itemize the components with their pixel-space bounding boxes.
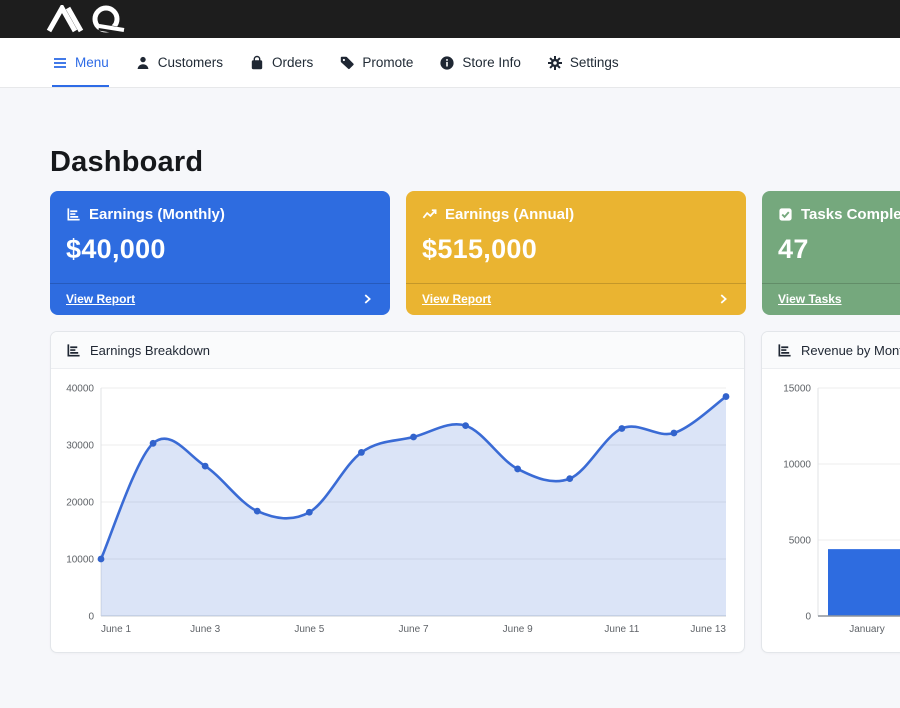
stat-cards-row: Earnings (Monthly) $40,000 View Report E… <box>50 191 900 315</box>
info-icon <box>439 55 455 71</box>
view-report-link[interactable]: View Report <box>422 292 491 306</box>
nav-label: Store Info <box>462 55 521 70</box>
earnings-breakdown-chart: 0 10000 20000 30000 40000 June 1 June 3 June 5 J… <box>63 380 734 638</box>
topbar <box>0 0 900 38</box>
stat-card-value: 47 <box>778 234 900 265</box>
nav-item-store-info[interactable]: Store Info <box>439 38 521 87</box>
svg-text:June 11: June 11 <box>604 624 639 635</box>
stat-card-value: $515,000 <box>422 234 730 265</box>
nav-label: Promote <box>362 55 413 70</box>
bar-chart-icon <box>777 343 792 358</box>
main-nav: Menu Customers Orders Promote Store Info <box>0 38 900 88</box>
chevron-right-icon[interactable] <box>716 292 730 306</box>
svg-text:June 13: June 13 <box>690 624 726 635</box>
nav-label: Settings <box>570 55 619 70</box>
stat-card-value: $40,000 <box>66 234 374 265</box>
svg-text:0: 0 <box>88 612 94 623</box>
earnings-breakdown-card: Earnings Breakdown 0 10000 20000 30000 40000… <box>50 331 745 653</box>
nav-item-settings[interactable]: Settings <box>547 38 619 87</box>
stat-card-earnings-monthly: Earnings (Monthly) $40,000 View Report <box>50 191 390 315</box>
revenue-by-month-card: Revenue by Month 0 5000 10000 15000 January <box>761 331 900 653</box>
svg-text:June 5: June 5 <box>294 624 324 635</box>
svg-text:30000: 30000 <box>66 441 94 452</box>
tag-icon <box>339 55 355 71</box>
stat-card-earnings-annual: Earnings (Annual) $515,000 View Report <box>406 191 746 315</box>
svg-text:June 3: June 3 <box>190 624 220 635</box>
nav-label: Orders <box>272 55 313 70</box>
gear-icon <box>547 55 563 71</box>
svg-text:15000: 15000 <box>783 384 811 395</box>
svg-text:June 1: June 1 <box>101 624 131 635</box>
nav-item-customers[interactable]: Customers <box>135 38 223 87</box>
chevron-right-icon[interactable] <box>360 292 374 306</box>
line-chart-icon <box>422 207 437 222</box>
bag-icon <box>249 55 265 71</box>
view-tasks-link[interactable]: View Tasks <box>778 292 842 306</box>
svg-text:June 9: June 9 <box>503 624 533 635</box>
stat-card-title: Earnings (Annual) <box>445 206 574 223</box>
aq-logo[interactable] <box>45 5 137 33</box>
svg-text:0: 0 <box>805 612 811 623</box>
nav-item-orders[interactable]: Orders <box>249 38 313 87</box>
bar-chart-icon <box>66 207 81 222</box>
charts-row: Earnings Breakdown 0 10000 20000 30000 40000… <box>50 331 900 653</box>
nav-item-menu[interactable]: Menu <box>52 38 109 87</box>
chart-title: Revenue by Month <box>801 343 900 358</box>
nav-item-promote[interactable]: Promote <box>339 38 413 87</box>
chart-title: Earnings Breakdown <box>90 343 210 358</box>
main-content: Dashboard Earnings (Monthly) $40,000 Vie… <box>0 88 900 653</box>
stat-card-title: Tasks Completed <box>801 206 900 223</box>
page-title: Dashboard <box>50 146 900 179</box>
nav-label: Customers <box>158 55 223 70</box>
stat-card-title: Earnings (Monthly) <box>89 206 225 223</box>
revenue-by-month-chart: 0 5000 10000 15000 January <box>774 380 900 638</box>
check-square-icon <box>778 207 793 222</box>
bar-chart-icon <box>66 343 81 358</box>
stat-card-tasks-completed: Tasks Completed 47 View Tasks <box>762 191 900 315</box>
svg-text:40000: 40000 <box>66 384 94 395</box>
user-icon <box>135 55 151 71</box>
svg-text:20000: 20000 <box>66 498 94 509</box>
svg-text:January: January <box>849 624 885 635</box>
svg-text:10000: 10000 <box>66 555 94 566</box>
view-report-link[interactable]: View Report <box>66 292 135 306</box>
svg-text:June 7: June 7 <box>398 624 428 635</box>
nav-label: Menu <box>75 55 109 70</box>
svg-text:10000: 10000 <box>783 460 811 471</box>
svg-text:5000: 5000 <box>789 536 812 547</box>
menu-icon <box>52 55 68 71</box>
